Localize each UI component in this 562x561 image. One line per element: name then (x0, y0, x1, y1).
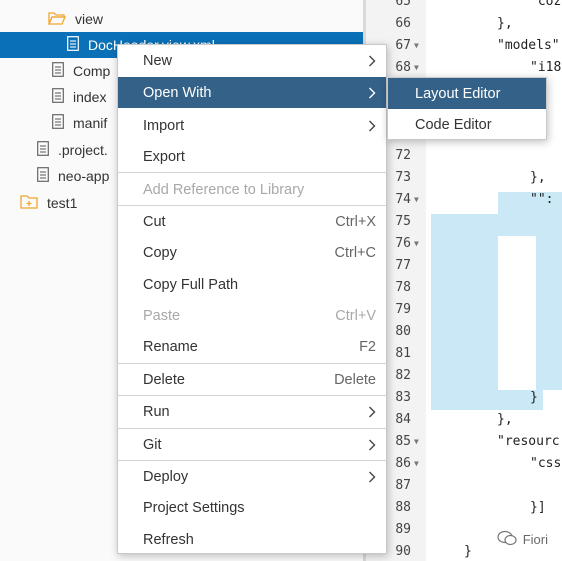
code-highlight (431, 214, 562, 236)
code-line: "i18 (530, 60, 562, 75)
menu-item-add-reference[interactable]: Add Reference to Library (118, 174, 386, 205)
submenu-item-label: Code Editor (415, 116, 492, 133)
line-number: 65 (395, 0, 411, 9)
code-line: }] (530, 500, 546, 515)
fold-arrow-icon[interactable]: ▼ (414, 431, 419, 453)
menu-item-shortcut: Ctrl+X (335, 213, 376, 230)
menu-item-refresh[interactable]: Refresh (118, 524, 386, 555)
folder-open-icon (48, 11, 66, 28)
submenu-item-code-editor[interactable]: Code Editor (388, 109, 546, 140)
menu-item-label: Rename (143, 338, 198, 355)
open-with-submenu: Layout Editor Code Editor (387, 77, 547, 140)
chevron-right-icon (369, 87, 376, 98)
tree-item-label: index (73, 89, 107, 105)
code-line: "resourc (497, 434, 560, 449)
line-number: 66 (395, 16, 411, 31)
menu-item-label: Refresh (143, 531, 194, 548)
tree-item-label: neo-app (58, 168, 110, 184)
menu-item-label: Run (143, 403, 170, 420)
fold-arrow-icon[interactable]: ▼ (414, 453, 419, 475)
code-line: }, (530, 170, 546, 185)
code-line: "coz (530, 0, 562, 9)
menu-item-label: Add Reference to Library (143, 181, 305, 198)
menu-item-rename[interactable]: Rename F2 (118, 331, 386, 362)
code-line: }, (497, 16, 513, 31)
code-line: }, (497, 412, 513, 427)
code-line: "models" (497, 38, 560, 53)
file-icon (67, 36, 79, 54)
code-highlight (431, 236, 498, 390)
file-icon (52, 62, 64, 80)
code-line: "": (530, 192, 554, 207)
tree-item-label: view (75, 11, 104, 27)
tree-item-label: Comp (73, 63, 111, 79)
submenu-item-label: Layout Editor (415, 85, 501, 102)
code-line: } (530, 390, 538, 405)
watermark-logo-icon (497, 530, 517, 549)
watermark-text: Fiori (522, 532, 548, 547)
code-line: } (464, 544, 472, 559)
menu-item-label: Delete (143, 371, 185, 388)
menu-item-shortcut: Ctrl+C (334, 244, 377, 261)
menu-item-paste[interactable]: Paste Ctrl+V (118, 300, 386, 331)
fold-arrow-icon[interactable]: ▼ (414, 233, 419, 255)
menu-item-label: Copy (143, 244, 177, 261)
tree-item-view-folder[interactable]: view (0, 6, 363, 32)
menu-item-delete[interactable]: Delete Delete (118, 364, 386, 395)
menu-item-cut[interactable]: Cut Ctrl+X (118, 206, 386, 237)
project-folder-icon (20, 194, 38, 212)
fold-arrow-icon[interactable]: ▼ (414, 35, 419, 57)
menu-item-label: Export (143, 148, 185, 165)
code-line: "css (530, 456, 562, 471)
menu-item-import[interactable]: Import (118, 110, 386, 141)
file-icon (52, 88, 64, 106)
menu-item-copy-full-path[interactable]: Copy Full Path (118, 269, 386, 300)
menu-item-shortcut: F2 (359, 338, 376, 355)
menu-item-open-with[interactable]: Open With (118, 77, 386, 108)
menu-item-git[interactable]: Git (118, 429, 386, 460)
menu-item-label: Paste (143, 307, 181, 324)
file-icon (52, 114, 64, 132)
menu-item-run[interactable]: Run (118, 396, 386, 427)
menu-item-label: Cut (143, 213, 166, 230)
menu-item-label: Git (143, 436, 162, 453)
chevron-right-icon (369, 406, 376, 417)
chevron-right-icon (369, 120, 376, 131)
menu-item-copy[interactable]: Copy Ctrl+C (118, 237, 386, 268)
tree-item-label: .project. (58, 142, 108, 158)
chevron-right-icon (369, 439, 376, 450)
tree-item-label: manif (73, 115, 108, 131)
menu-item-label: Deploy (143, 468, 189, 485)
fold-arrow-icon[interactable]: ▼ (414, 189, 419, 211)
file-icon (37, 167, 49, 185)
menu-item-project-settings[interactable]: Project Settings (118, 492, 386, 523)
menu-item-deploy[interactable]: Deploy (118, 461, 386, 492)
menu-item-label: Project Settings (143, 499, 245, 516)
code-highlight (536, 236, 562, 390)
watermark: Fiori (497, 530, 548, 549)
tree-item-label: test1 (47, 195, 78, 211)
code-highlight (431, 390, 543, 410)
fold-arrow-icon[interactable]: ▼ (414, 57, 419, 79)
menu-item-shortcut: Ctrl+V (335, 307, 376, 324)
menu-item-export[interactable]: Export (118, 141, 386, 172)
menu-separator (118, 172, 386, 173)
chevron-right-icon (369, 55, 376, 66)
menu-item-shortcut: Delete (334, 371, 376, 388)
file-icon (37, 141, 49, 159)
chevron-right-icon (369, 471, 376, 482)
submenu-item-layout-editor[interactable]: Layout Editor (388, 78, 546, 109)
menu-item-label: Open With (143, 84, 212, 101)
menu-item-label: Import (143, 117, 185, 134)
menu-item-label: Copy Full Path (143, 276, 239, 293)
menu-item-new[interactable]: New (118, 45, 386, 76)
context-menu: New Open With Import Export Add Referenc… (117, 44, 387, 554)
menu-item-label: New (143, 52, 173, 69)
